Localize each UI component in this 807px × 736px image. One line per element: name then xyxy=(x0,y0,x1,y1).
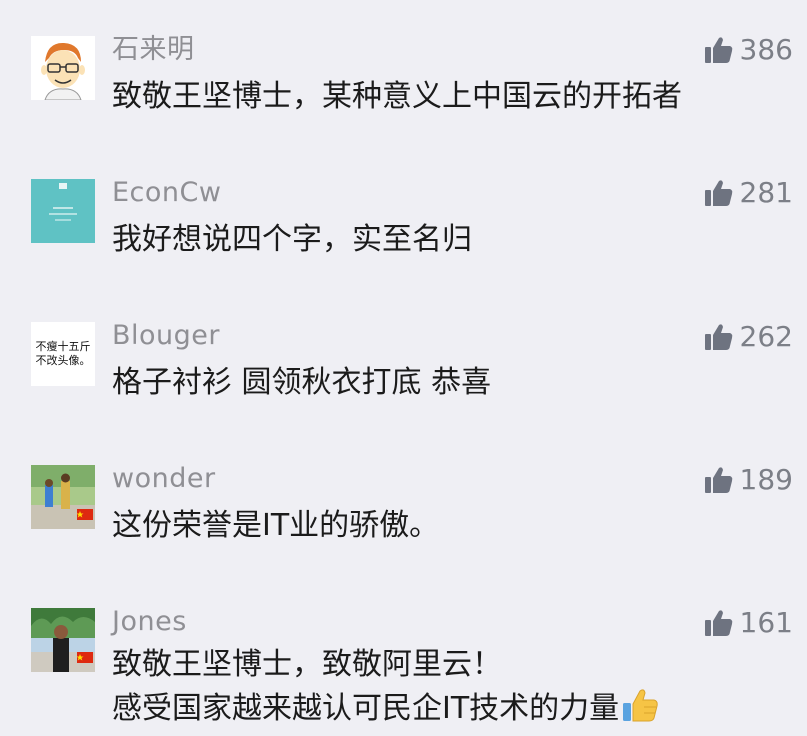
avatar-text-line: 不改头像。 xyxy=(35,354,91,367)
avatar[interactable] xyxy=(31,465,95,529)
thumbs-up-icon xyxy=(704,322,734,352)
comment-line: 这份荣誉是IT业的骄傲。 xyxy=(112,508,440,543)
like-count: 386 xyxy=(739,33,793,66)
comment-text: 格子衬衫 圆领秋衣打底 恭喜 xyxy=(112,362,491,404)
like-button[interactable]: 262 xyxy=(704,321,793,353)
cartoon-face-avatar xyxy=(31,36,95,100)
photo-avatar-with-flag xyxy=(31,608,95,672)
thumbs-up-icon xyxy=(704,35,734,65)
avatar[interactable] xyxy=(31,608,95,672)
comment-line: 致敬王坚博士，某种意义上中国云的开拓者 xyxy=(112,79,682,114)
like-button[interactable]: 386 xyxy=(704,34,793,66)
avatar[interactable] xyxy=(31,179,95,243)
thumbs-up-icon xyxy=(704,608,734,638)
comment-line-with-emoji: 感受国家越来越认可民企IT技术的力量 xyxy=(112,686,659,736)
like-button[interactable]: 161 xyxy=(704,607,793,639)
comment-list: 石来明 386 致敬王坚博士，某种意义上中国云的开拓者 EconCw 281 我… xyxy=(0,0,807,734)
like-button[interactable]: 189 xyxy=(704,464,793,496)
nickname[interactable]: Jones xyxy=(112,606,187,638)
thumbs-up-icon xyxy=(704,178,734,208)
comment-line: 我好想说四个字，实至名归 xyxy=(112,222,472,257)
like-count: 281 xyxy=(739,176,793,209)
nickname[interactable]: wonder xyxy=(112,463,216,495)
avatar[interactable] xyxy=(31,36,95,100)
nickname[interactable]: 石来明 xyxy=(112,34,195,66)
nickname[interactable]: EconCw xyxy=(112,177,221,209)
comment-text: 致敬王坚博士，某种意义上中国云的开拓者 xyxy=(112,76,682,118)
text-avatar: 不瘦十五斤 不改头像。 xyxy=(31,322,95,386)
comment-line: 格子衬衫 圆领秋衣打底 恭喜 xyxy=(112,365,492,400)
comment-text: 这份荣誉是IT业的骄傲。 xyxy=(112,505,439,547)
like-count: 262 xyxy=(739,320,793,353)
nickname[interactable]: Blouger xyxy=(112,320,220,352)
like-count: 189 xyxy=(739,463,793,496)
teal-book-avatar xyxy=(31,179,95,243)
comment-line: 致敬王坚博士，致敬阿里云！ xyxy=(112,647,502,682)
like-count: 161 xyxy=(739,606,793,639)
like-button[interactable]: 281 xyxy=(704,177,793,209)
thumbs-up-emoji-icon xyxy=(621,686,659,736)
avatar[interactable]: 不瘦十五斤 不改头像。 xyxy=(31,322,95,386)
comment-text: 我好想说四个字，实至名归 xyxy=(112,219,472,261)
photo-avatar-with-flag xyxy=(31,465,95,529)
avatar-text-line: 不瘦十五斤 xyxy=(35,340,91,353)
comment-line: 感受国家越来越认可民企IT技术的力量 xyxy=(112,691,620,726)
thumbs-up-icon xyxy=(704,465,734,495)
comment-text: 致敬王坚博士，致敬阿里云！ 感受国家越来越认可民企IT技术的力量 xyxy=(112,644,659,736)
